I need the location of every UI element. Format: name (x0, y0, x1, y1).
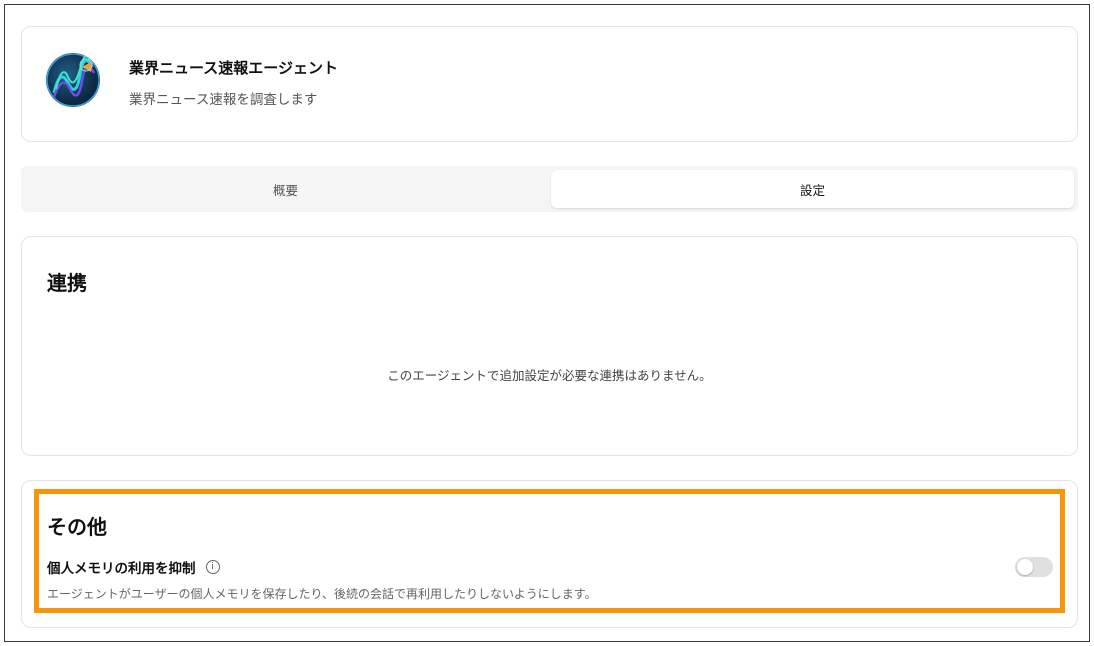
agent-header-card: 業界ニュース速報エージェント 業界ニュース速報を調査します (21, 26, 1078, 142)
tab-overview[interactable]: 概要 (21, 170, 550, 208)
agent-name: 業界ニュース速報エージェント (129, 59, 338, 77)
integration-title: 連携 (47, 271, 87, 295)
agent-avatar (46, 53, 100, 107)
agent-description: 業界ニュース速報を調査します (129, 92, 318, 108)
tab-settings[interactable]: 設定 (551, 170, 1074, 208)
integration-card: 連携 このエージェントで追加設定が必要な連携はありません。 (21, 236, 1078, 456)
highlight-box (34, 489, 1065, 613)
agent-logo-icon (46, 53, 100, 107)
integration-empty-message: このエージェントで追加設定が必要な連携はありません。 (387, 368, 712, 383)
tab-bar: 概要 設定 (21, 166, 1078, 212)
